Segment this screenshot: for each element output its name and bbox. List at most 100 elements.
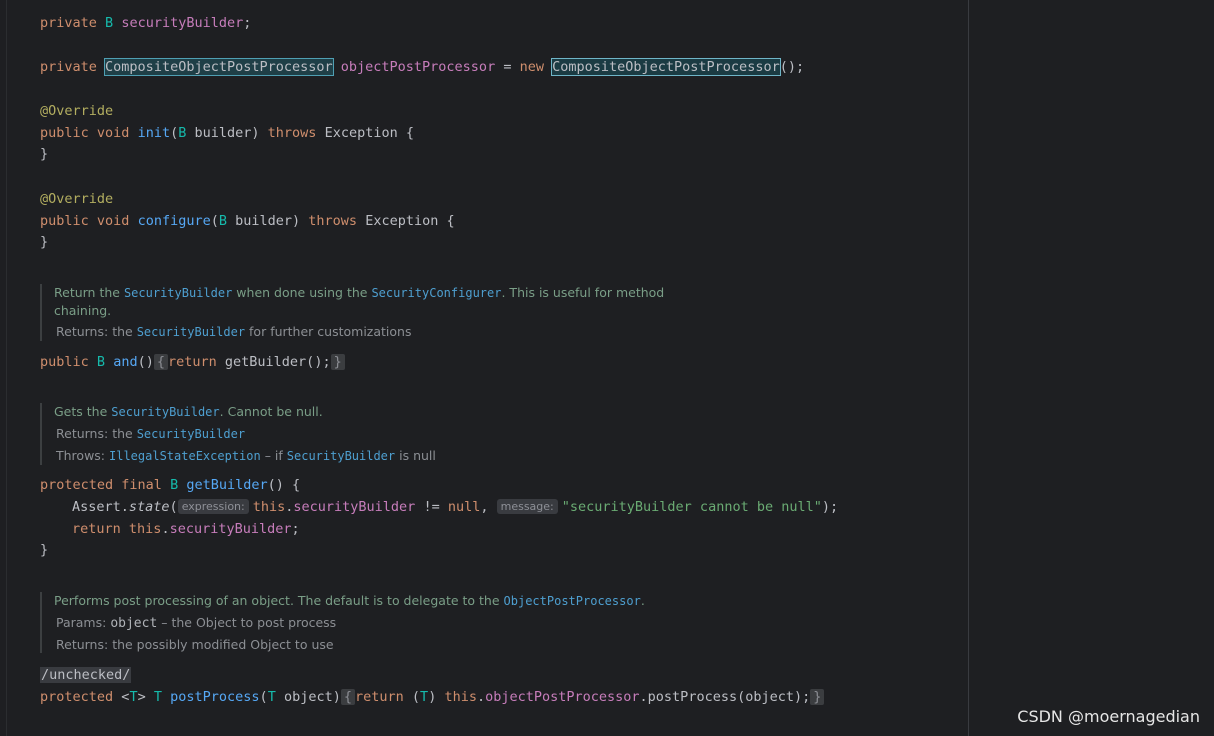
param-text: builder)	[227, 213, 309, 229]
keyword: protected	[40, 477, 114, 493]
type-param: T	[267, 689, 276, 705]
type-name: B	[218, 213, 228, 229]
method-name[interactable]: postProcess	[170, 689, 259, 705]
keyword: this	[128, 521, 162, 537]
field-name: securityBuilder	[169, 521, 292, 537]
fold-marker-close[interactable]: }	[330, 354, 345, 370]
right-margin-guide	[968, 0, 969, 736]
doc-link-securitybuilder[interactable]: SecurityBuilder	[287, 449, 395, 463]
param-text: Exception {	[357, 213, 455, 229]
keyword: final	[121, 477, 162, 493]
keyword: protected	[40, 689, 114, 705]
code-line-suppress-warnings[interactable]: /unchecked/	[40, 664, 132, 686]
closing-brace: }	[40, 146, 49, 162]
keyword: return	[355, 689, 404, 705]
closing-brace: }	[40, 234, 49, 250]
highlighted-constructor-name[interactable]: CompositeObjectPostProcessor	[551, 58, 781, 76]
javadoc-postprocess: Performs post processing of an object. T…	[40, 592, 645, 653]
doc-returns-label: Returns:	[56, 637, 113, 652]
code-line-configure-signature[interactable]: public void configure(B builder) throws …	[40, 210, 455, 232]
fold-marker-open[interactable]: {	[153, 354, 168, 370]
keyword: return	[168, 354, 217, 370]
punctuation: (	[403, 689, 421, 705]
field-name: objectPostProcessor	[340, 59, 496, 75]
method-call: .postProcess(object);	[639, 689, 811, 705]
code-line-getbuilder-signature[interactable]: protected final B getBuilder() {	[40, 474, 300, 496]
doc-returns: Returns: the SecurityBuilder for further…	[54, 323, 694, 341]
method-name[interactable]: init	[138, 125, 171, 141]
javadoc-and: Return the SecurityBuilder when done usi…	[40, 284, 694, 341]
doc-text: .	[640, 593, 645, 608]
punctuation: ;	[291, 521, 300, 537]
punctuation: =	[495, 59, 520, 75]
doc-text: – the Object to post process	[157, 615, 337, 630]
watermark: CSDN @moernagedian	[1017, 707, 1200, 726]
doc-text: . This is useful for method	[501, 285, 665, 300]
keyword: this	[444, 689, 477, 705]
doc-throws: Throws: IllegalStateException – if Secur…	[54, 447, 436, 465]
code-editor[interactable]: private B securityBuilder; private Compo…	[40, 0, 838, 705]
doc-returns: Returns: the SecurityBuilder	[54, 425, 436, 443]
inlay-hint-expression: expression:	[177, 499, 249, 514]
doc-text: Gets the	[54, 404, 112, 419]
fold-marker-open[interactable]: {	[340, 689, 355, 705]
static-method-call: state	[128, 499, 170, 515]
type-param: T	[420, 689, 429, 705]
code-line-init-signature[interactable]: public void init(B builder) throws Excep…	[40, 122, 414, 144]
punctuation: (	[259, 689, 268, 705]
doc-text: Return the	[54, 285, 124, 300]
doc-link-securitybuilder[interactable]: SecurityBuilder	[137, 325, 245, 339]
punctuation: .	[476, 689, 486, 705]
doc-link-securityconfigurer[interactable]: SecurityConfigurer	[371, 286, 501, 300]
highlighted-type-name[interactable]: CompositeObjectPostProcessor	[104, 58, 334, 76]
class-ref: Assert.	[72, 499, 129, 515]
annotation-override: @Override	[40, 103, 114, 119]
type-param: T	[129, 689, 138, 705]
punctuation: ;	[243, 15, 252, 31]
doc-text: the possibly modified Object to use	[112, 637, 334, 652]
doc-link-securitybuilder[interactable]: SecurityBuilder	[111, 405, 219, 419]
keyword: throws	[308, 213, 358, 229]
punctuation: >	[137, 689, 146, 705]
string-literal: "securityBuilder cannot be null"	[561, 499, 822, 515]
keyword: private	[40, 15, 97, 31]
doc-description-cont: chaining.	[54, 303, 112, 318]
method-name[interactable]: getBuilder	[186, 477, 267, 493]
code-line-return-security-builder[interactable]: return this.securityBuilder;	[72, 518, 300, 540]
fold-marker-close[interactable]: }	[810, 689, 825, 705]
keyword: throws	[267, 125, 317, 141]
keyword: public	[40, 125, 89, 141]
punctuation: ();	[779, 59, 805, 75]
doc-returns: Returns: the possibly modified Object to…	[54, 636, 645, 653]
doc-link-securitybuilder[interactable]: SecurityBuilder	[137, 427, 245, 441]
closing-brace: }	[40, 542, 49, 558]
doc-text: Performs post processing of an object. T…	[54, 593, 504, 608]
punctuation: ()	[137, 354, 154, 370]
keyword: void	[96, 213, 130, 229]
code-line-postprocess-method[interactable]: protected <T> T postProcess(T object){re…	[40, 686, 825, 708]
type-name: B	[105, 15, 114, 31]
punctuation: )	[428, 689, 445, 705]
code-line-security-builder-field[interactable]: private B securityBuilder;	[40, 12, 251, 34]
suppress-warnings-annotation[interactable]: /unchecked/	[40, 667, 132, 683]
doc-params-label: Params:	[56, 615, 111, 630]
method-name[interactable]: and	[113, 354, 137, 370]
doc-returns-label: Returns:	[56, 324, 113, 339]
punctuation: .	[161, 521, 170, 537]
doc-params: Params: object – the Object to post proc…	[54, 614, 645, 632]
keyword: void	[96, 125, 130, 141]
code-line-assert-state[interactable]: Assert.state(expression: this.securityBui…	[72, 496, 838, 518]
doc-description: Return the SecurityBuilder when done usi…	[54, 284, 694, 302]
code-line-and-method[interactable]: public B and(){return getBuilder();}	[40, 351, 345, 373]
doc-link-illegalstateexception[interactable]: IllegalStateException	[109, 449, 261, 463]
punctuation: (	[169, 499, 178, 515]
keyword: new	[519, 59, 544, 75]
keyword: public	[40, 213, 89, 229]
doc-text: the	[112, 426, 137, 441]
annotation-override: @Override	[40, 191, 114, 207]
doc-link-securitybuilder[interactable]: SecurityBuilder	[124, 286, 232, 300]
doc-link-objectpostprocessor[interactable]: ObjectPostProcessor	[504, 594, 641, 608]
code-line-object-post-processor-field[interactable]: private CompositeObjectPostProcessor obj…	[40, 56, 804, 78]
method-name[interactable]: configure	[138, 213, 211, 229]
field-name: objectPostProcessor	[485, 689, 640, 705]
